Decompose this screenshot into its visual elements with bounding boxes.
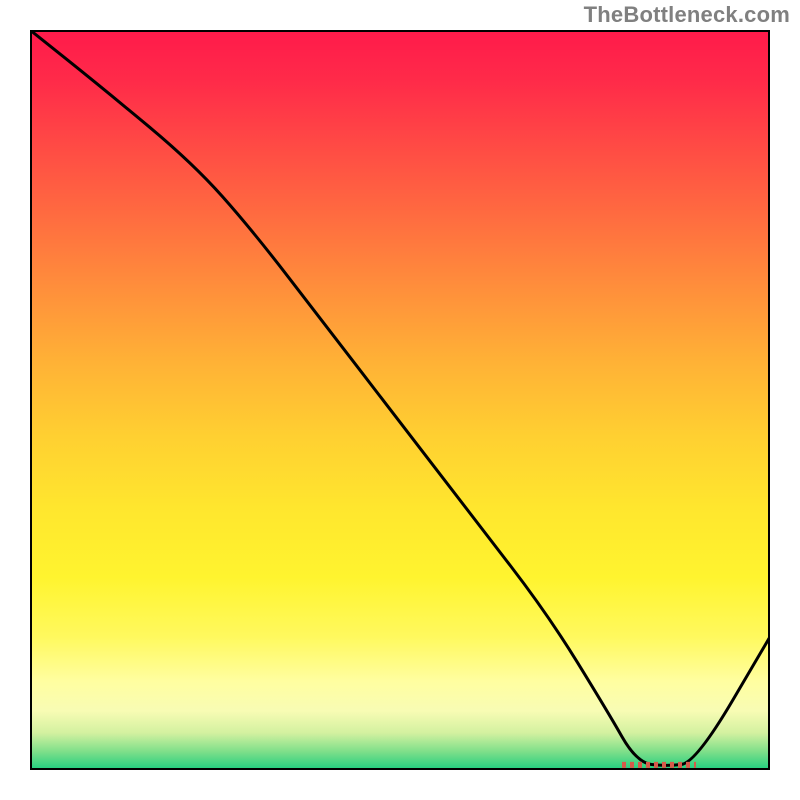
chart-svg	[30, 30, 770, 770]
watermark-text: TheBottleneck.com	[584, 2, 790, 28]
gradient-background	[30, 30, 770, 770]
chart-stage: TheBottleneck.com	[0, 0, 800, 800]
chart-plot-area	[30, 30, 770, 770]
